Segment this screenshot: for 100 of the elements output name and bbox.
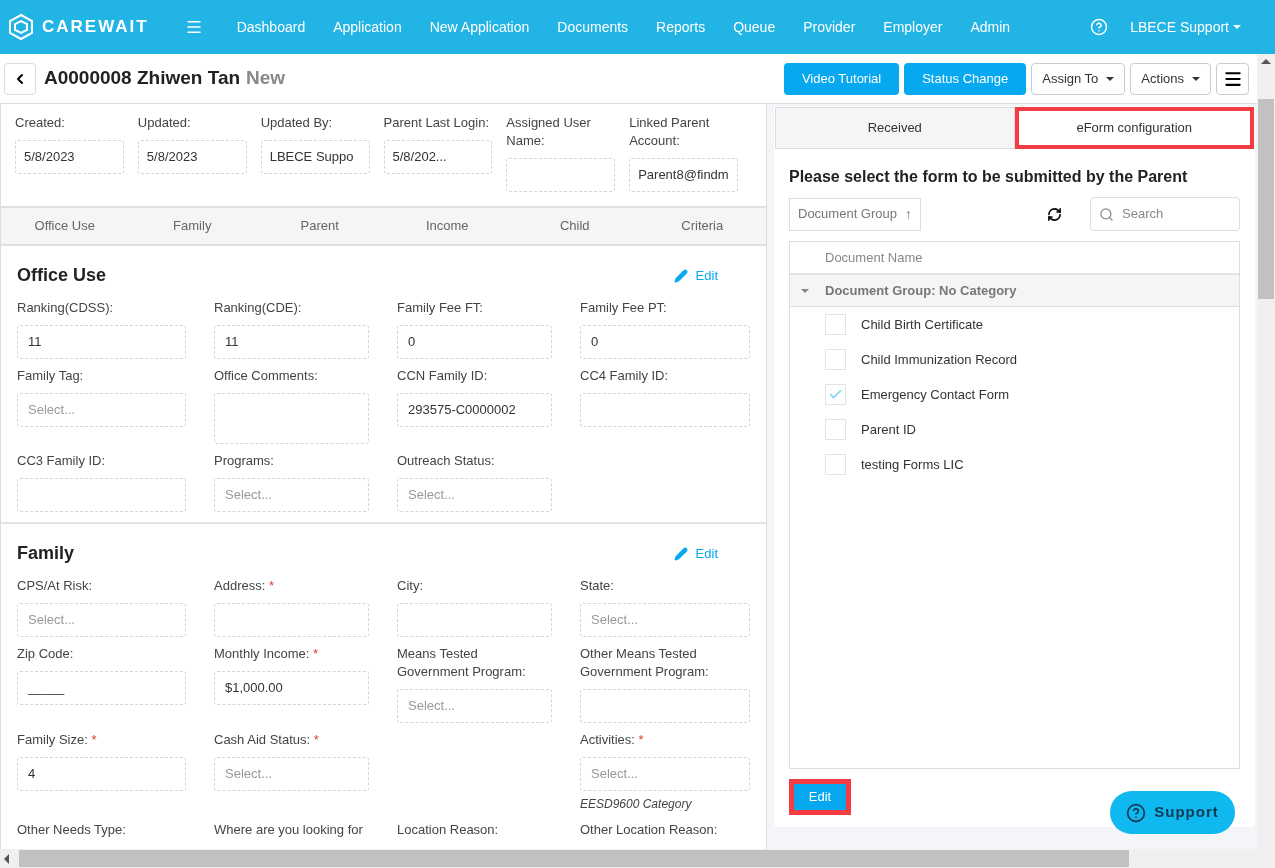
input-field[interactable]: 0: [580, 325, 750, 359]
section-tab[interactable]: Criteria: [638, 208, 766, 244]
field-label: Activities: *: [580, 731, 645, 749]
section-tab[interactable]: Income: [383, 208, 511, 244]
section-tab[interactable]: Office Use: [1, 208, 129, 244]
group-row[interactable]: Document Group: No Category: [790, 275, 1239, 307]
status-text: New: [246, 66, 286, 91]
field-label: Address: *: [214, 577, 275, 595]
nav-link[interactable]: Queue: [719, 16, 790, 38]
field-label: Outreach Status:: [397, 452, 496, 470]
search-icon: [1099, 206, 1114, 222]
document-name: Child Birth Certificate: [861, 315, 984, 334]
support-button[interactable]: Support: [1110, 791, 1235, 834]
field-label: City:: [397, 577, 424, 595]
section-title: Family: [17, 542, 75, 565]
summary-label: Updated:: [137, 114, 192, 132]
checkbox[interactable]: [825, 384, 846, 405]
input-field[interactable]: [580, 393, 750, 427]
input-field[interactable]: [580, 689, 750, 723]
input-field[interactable]: 0: [397, 325, 552, 359]
comment-field[interactable]: [214, 393, 369, 444]
field-label: Cash Aid Status: *: [214, 731, 320, 749]
edit-link[interactable]: Edit: [673, 543, 718, 564]
section-tab[interactable]: Family: [128, 208, 256, 244]
cube-logo-icon: [8, 13, 34, 41]
select-field[interactable]: Select...: [214, 757, 369, 791]
summary-label: Parent Last Login:: [383, 114, 491, 132]
checkbox[interactable]: [825, 349, 846, 370]
select-field[interactable]: Select...: [397, 689, 552, 723]
sort-chip[interactable]: Document Group ↑: [789, 197, 921, 231]
section-tab[interactable]: Child: [511, 208, 639, 244]
select-field[interactable]: Select...: [580, 603, 750, 637]
field-label: Other Means Tested Government Program:: [580, 645, 710, 681]
select-field[interactable]: Select...: [214, 478, 369, 512]
select-field[interactable]: Select...: [580, 757, 750, 791]
select-field[interactable]: Select...: [397, 478, 552, 512]
panel-tab[interactable]: Received: [775, 107, 1015, 149]
input-field[interactable]: 4: [17, 757, 186, 791]
nav-link[interactable]: Reports: [642, 16, 720, 38]
action-button[interactable]: Video Tutorial: [783, 62, 900, 95]
input-field[interactable]: _____: [17, 671, 186, 705]
pencil-icon: [673, 546, 688, 561]
select-field[interactable]: Select...: [17, 393, 186, 427]
nav-link[interactable]: Admin: [956, 16, 1025, 38]
nav-link[interactable]: Dashboard: [222, 16, 320, 38]
vertical-scrollbar[interactable]: [1257, 54, 1275, 849]
nav-link[interactable]: New Application: [415, 16, 544, 38]
nav-link[interactable]: Employer: [869, 16, 957, 38]
summary-label: Assigned User Name:: [506, 114, 592, 150]
field-label: Ranking(CDSS):: [17, 299, 115, 317]
select-field[interactable]: Select...: [17, 603, 186, 637]
input-field[interactable]: 11: [214, 325, 369, 359]
search-field[interactable]: Search: [1090, 197, 1240, 231]
field-label: Other Needs Type:: [17, 821, 127, 839]
form-heading: Please select the form to be submitted by the Parent: [789, 167, 1189, 187]
refresh-icon[interactable]: [1047, 206, 1062, 222]
input-field[interactable]: [214, 603, 369, 637]
input-field[interactable]: [397, 603, 552, 637]
dropdown-button[interactable]: Actions: [1130, 62, 1211, 95]
edit-button[interactable]: Edit: [789, 779, 851, 815]
nav-link[interactable]: Provider: [789, 16, 870, 38]
summary-label: Created:: [15, 114, 66, 132]
field-label: CPS/At Risk:: [17, 577, 94, 595]
checkbox[interactable]: [825, 314, 846, 335]
input-field[interactable]: 11: [17, 325, 186, 359]
input-field[interactable]: [17, 478, 186, 512]
input-field[interactable]: $1,000.00: [214, 671, 369, 705]
user-menu[interactable]: LBECE Support: [1130, 16, 1241, 38]
summary-field: 5/8/202...: [383, 140, 493, 174]
nav-link[interactable]: Application: [319, 16, 416, 38]
help-icon[interactable]: [1090, 18, 1109, 36]
input-field[interactable]: 293575-C0000002: [397, 393, 552, 427]
nav-link[interactable]: Documents: [543, 16, 643, 38]
document-name: testing Forms LIC: [861, 455, 964, 474]
dropdown-button[interactable]: Assign To: [1031, 62, 1126, 95]
edit-link[interactable]: Edit: [673, 265, 718, 286]
action-button[interactable]: Status Change: [904, 62, 1027, 95]
field-label: CCN Family ID:: [397, 367, 489, 385]
field-label: State:: [580, 577, 615, 595]
field-label: Family Size: *: [17, 731, 98, 749]
summary-field: Parent8@findm: [629, 158, 738, 192]
brand-name[interactable]: CAREWAIT: [42, 14, 149, 40]
section-title: Office Use: [17, 264, 107, 287]
checkbox[interactable]: [825, 419, 846, 440]
field-label: Family Tag:: [17, 367, 85, 385]
checkbox[interactable]: [825, 454, 846, 475]
field-label: Family Fee PT:: [580, 299, 668, 317]
panel-tab[interactable]: eForm configuration: [1014, 107, 1254, 149]
summary-field: 5/8/2023: [137, 140, 247, 174]
menu-icon[interactable]: [184, 18, 203, 36]
summary-label: Updated By:: [260, 114, 334, 132]
section-tab[interactable]: Parent: [256, 208, 384, 244]
record-title: A0000008 Zhiwen Tan: [44, 66, 241, 91]
field-label: Where are you looking for: [214, 821, 364, 839]
field-label: Other Location Reason:: [580, 821, 719, 839]
back-button[interactable]: [4, 62, 36, 95]
field-label: Monthly Income: *: [214, 645, 320, 663]
menu-button[interactable]: [1216, 62, 1249, 95]
horizontal-scrollbar[interactable]: [0, 849, 1275, 868]
pencil-icon: [673, 268, 688, 283]
